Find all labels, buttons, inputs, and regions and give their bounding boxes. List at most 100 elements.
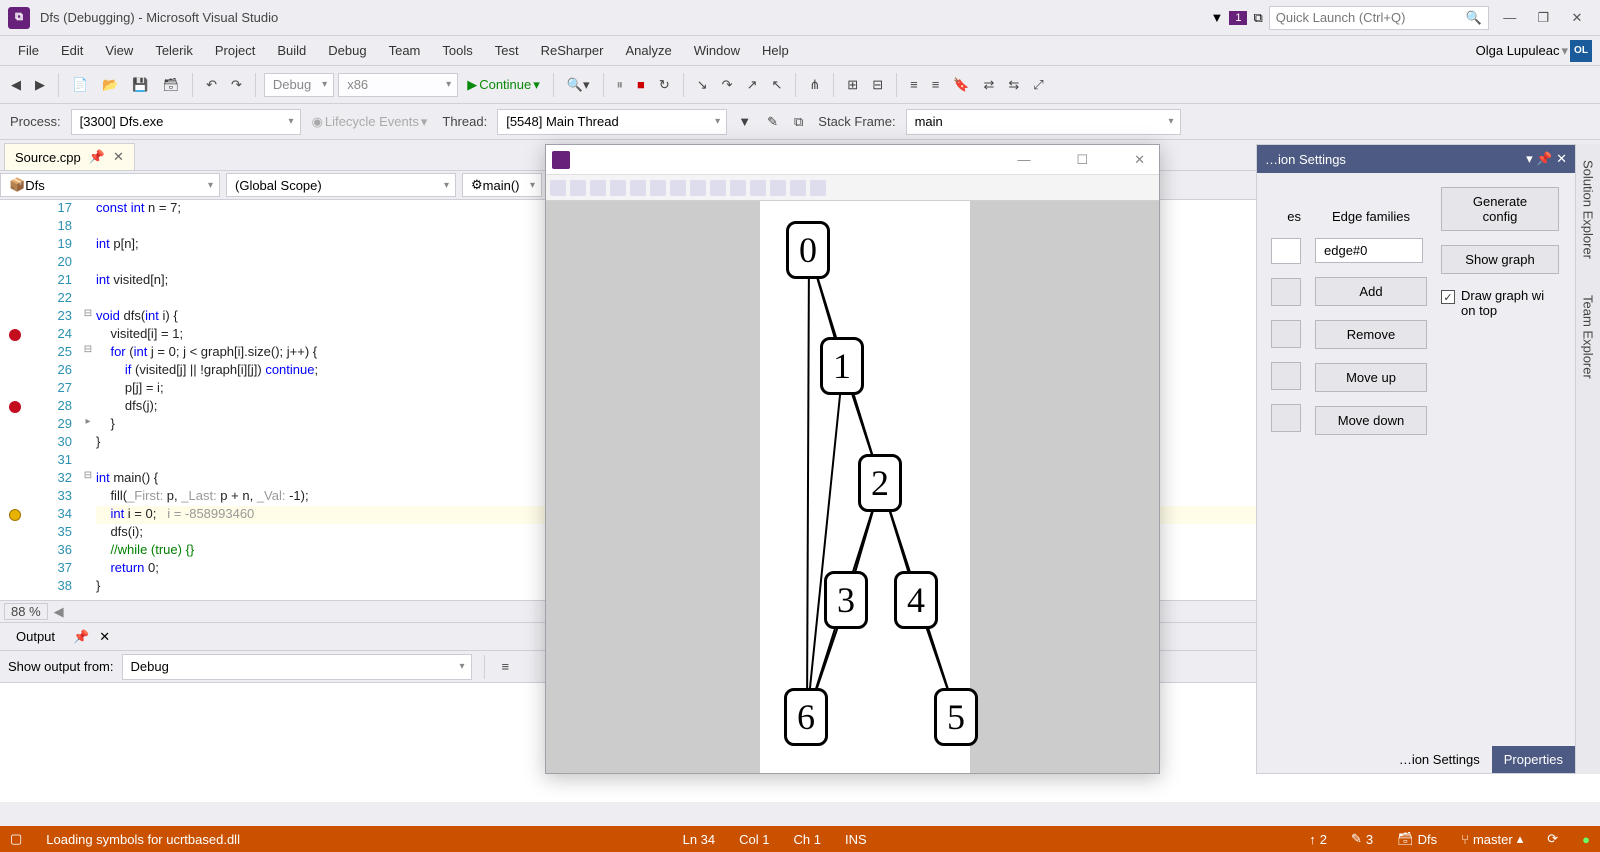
graph-edit-icon[interactable] — [810, 180, 826, 196]
notification-badge[interactable]: 1 — [1229, 11, 1247, 25]
team-explorer-tab[interactable]: Team Explorer — [1578, 287, 1599, 387]
filter-icon[interactable]: ▼ — [1210, 10, 1223, 25]
tool-icon-8[interactable]: ⤢ — [1028, 74, 1048, 96]
tool-icon-3[interactable]: ⊟ — [867, 74, 888, 96]
settings-btn-trunc-3[interactable] — [1271, 362, 1301, 390]
thread-tool-1[interactable]: ▼ — [733, 111, 756, 132]
add-button[interactable]: Add — [1315, 277, 1427, 306]
graph-maximize-button[interactable]: ☐ — [1068, 152, 1096, 168]
menu-telerik[interactable]: Telerik — [145, 39, 203, 62]
open-button[interactable]: 📂 — [97, 74, 123, 96]
config-combo[interactable]: Debug — [264, 73, 334, 97]
feedback-icon[interactable]: ⧉ — [1253, 10, 1262, 26]
minimize-button[interactable]: — — [1495, 10, 1525, 25]
graph-canvas[interactable]: 0123465 — [546, 201, 1159, 773]
menu-team[interactable]: Team — [379, 39, 431, 62]
show-graph-button[interactable]: Show graph — [1441, 245, 1559, 274]
menu-view[interactable]: View — [95, 39, 143, 62]
graph-node-3[interactable]: 3 — [824, 571, 868, 629]
scope-combo[interactable]: (Global Scope) — [226, 173, 456, 197]
tab-settings[interactable]: …ion Settings — [1387, 746, 1492, 773]
menu-build[interactable]: Build — [267, 39, 316, 62]
graph-close-button[interactable]: ✕ — [1126, 152, 1153, 168]
graph-print-icon[interactable] — [770, 180, 786, 196]
status-repo[interactable]: 🗃 Dfs — [1397, 831, 1437, 847]
solution-explorer-tab[interactable]: Solution Explorer — [1578, 152, 1599, 267]
graph-open-icon[interactable] — [750, 180, 766, 196]
status-changes[interactable]: ✎ 3 — [1351, 831, 1373, 847]
graph-node-2[interactable]: 2 — [858, 454, 902, 512]
restart-button[interactable]: ↻ — [654, 74, 675, 96]
menu-window[interactable]: Window — [684, 39, 750, 62]
status-sync-icon[interactable]: ⟳ — [1547, 831, 1558, 847]
find-button[interactable]: 🔍▾ — [562, 74, 595, 96]
nav-back-button[interactable]: ◀ — [6, 74, 26, 96]
status-live-icon[interactable]: ● — [1582, 832, 1590, 847]
graph-fit-icon[interactable] — [610, 180, 626, 196]
menu-project[interactable]: Project — [205, 39, 265, 62]
graph-zoomin-icon[interactable] — [570, 180, 586, 196]
output-close-icon[interactable]: ✕ — [99, 629, 110, 645]
tool-icon-6[interactable]: ⇄ — [978, 74, 999, 96]
stop-button[interactable]: ■ — [632, 74, 650, 95]
menu-resharper[interactable]: ReSharper — [531, 39, 614, 62]
thread-tool-2[interactable]: ✎ — [762, 111, 783, 133]
move-down-button[interactable]: Move down — [1315, 406, 1427, 435]
redo-button[interactable]: ↷ — [226, 74, 247, 96]
tab-close-icon[interactable]: ✕ — [113, 149, 124, 165]
move-up-button[interactable]: Move up — [1315, 363, 1427, 392]
graph-home-icon[interactable] — [550, 180, 566, 196]
settings-input-trunc[interactable] — [1271, 238, 1301, 264]
tool-icon-4[interactable]: ≡ — [905, 74, 923, 95]
menu-file[interactable]: File — [8, 39, 49, 62]
close-button[interactable]: ✕ — [1562, 10, 1592, 26]
tool-icon-5[interactable]: ≡ — [927, 74, 945, 95]
thread-tool-3[interactable]: ⧉ — [789, 111, 808, 133]
graph-fwd-icon[interactable] — [670, 180, 686, 196]
scroll-left-icon[interactable]: ◀ — [54, 604, 64, 620]
graph-node-4[interactable]: 4 — [894, 571, 938, 629]
pin-icon[interactable]: 📌 — [89, 149, 105, 165]
graph-tool-b-icon[interactable] — [730, 180, 746, 196]
tool-icon-7[interactable]: ⇆ — [1003, 74, 1024, 96]
continue-button[interactable]: ▶ Continue ▾ — [462, 74, 545, 96]
zoom-level[interactable]: 88 % — [4, 603, 48, 620]
generate-config-button[interactable]: Generate config — [1441, 187, 1559, 231]
graph-node-5[interactable]: 5 — [934, 688, 978, 746]
tab-properties[interactable]: Properties — [1492, 746, 1575, 773]
menu-tools[interactable]: Tools — [432, 39, 482, 62]
graph-tool-a-icon[interactable] — [710, 180, 726, 196]
settings-menu-icon[interactable]: ▾ — [1526, 151, 1533, 166]
menu-edit[interactable]: Edit — [51, 39, 93, 62]
menu-help[interactable]: Help — [752, 39, 799, 62]
remove-button[interactable]: Remove — [1315, 320, 1427, 349]
lifecycle-events-button[interactable]: ◉ Lifecycle Events ▾ — [307, 111, 433, 133]
step-out-button[interactable]: ↗ — [742, 74, 763, 96]
output-from-combo[interactable]: Debug — [122, 654, 472, 680]
new-item-button[interactable]: 📄 — [67, 74, 93, 96]
edge-family-input[interactable]: edge#0 — [1315, 238, 1423, 263]
menu-debug[interactable]: Debug — [318, 39, 376, 62]
undo-button[interactable]: ↶ — [201, 74, 222, 96]
function-combo[interactable]: ⚙ main() — [462, 173, 542, 197]
graph-titlebar[interactable]: — ☐ ✕ — [546, 145, 1159, 175]
nav-fwd-button[interactable]: ▶ — [30, 74, 50, 96]
graph-tree-icon[interactable] — [790, 180, 806, 196]
bookmark-icon[interactable]: 🔖 — [948, 74, 974, 96]
graph-node-6[interactable]: 6 — [784, 688, 828, 746]
settings-btn-trunc-2[interactable] — [1271, 320, 1301, 348]
status-publish[interactable]: ↑ 2 — [1309, 832, 1327, 847]
graph-save-icon[interactable] — [690, 180, 706, 196]
maximize-button[interactable]: ❐ — [1528, 10, 1558, 26]
tool-icon[interactable]: ⋔ — [804, 74, 825, 96]
stackframe-combo[interactable]: main — [906, 109, 1181, 135]
tool-icon-2[interactable]: ⊞ — [842, 74, 863, 96]
settings-close-icon[interactable]: ✕ — [1556, 151, 1567, 166]
thread-combo[interactable]: [5548] Main Thread — [497, 109, 727, 135]
draw-on-top-checkbox[interactable]: ✓ Draw graph wi on top — [1441, 288, 1559, 318]
quick-launch-input[interactable]: Quick Launch (Ctrl+Q) 🔍 — [1269, 6, 1489, 30]
tab-source-cpp[interactable]: Source.cpp 📌 ✕ — [4, 143, 135, 170]
step-over-button[interactable]: ↷ — [717, 74, 738, 96]
output-tool-icon[interactable]: ≡ — [497, 656, 515, 677]
output-pin-icon[interactable]: 📌 — [73, 629, 89, 645]
